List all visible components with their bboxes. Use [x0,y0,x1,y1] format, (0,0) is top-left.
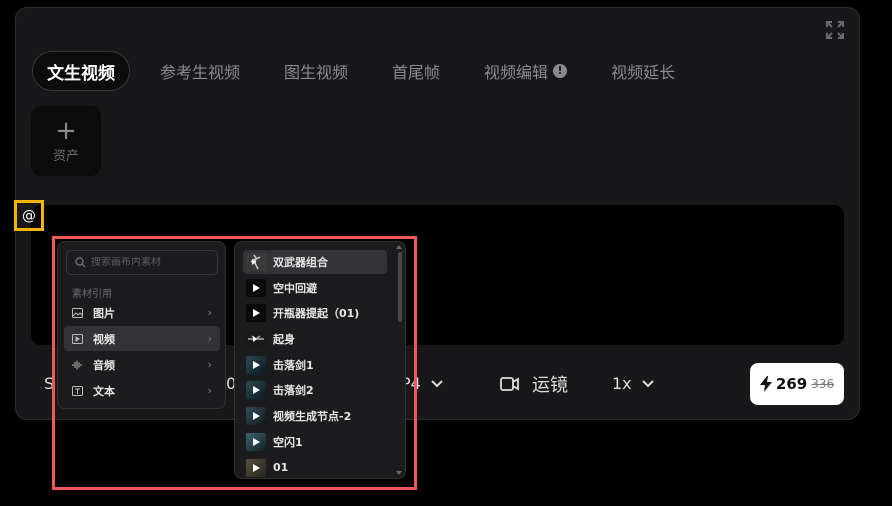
image-icon [72,307,83,318]
list-item-label: 击落剑2 [273,384,314,398]
menu-item-image[interactable]: 图片 › [64,300,220,325]
chevron-right-icon: › [207,332,212,345]
video-thumbnail [246,278,266,297]
menu-item-audio[interactable]: 音频 › [64,352,220,377]
tab-video-edit[interactable]: 视频编辑 ! [484,59,568,83]
chevron-right-icon: › [207,358,212,371]
list-item[interactable]: 01 [243,456,387,479]
camera-motion-label: 运镜 [532,375,568,396]
chevron-down-icon [431,379,443,387]
model-selector[interactable]: S [44,374,54,393]
list-item-label: 空闪1 [273,435,303,449]
menu-item-label: 视频 [93,332,115,346]
scroll-up-arrow[interactable] [396,245,402,249]
list-item[interactable]: 击落剑2 [243,378,387,402]
list-item[interactable]: 起身 [243,327,387,351]
list-item[interactable]: 空中回避 [243,276,387,300]
camera-motion-button[interactable]: 运镜 [500,371,568,397]
search-icon [75,257,86,268]
list-item-label: 起身 [273,333,295,347]
list-item[interactable]: 双武器组合 [243,250,387,274]
tab-first-last-frame[interactable]: 首尾帧 [392,59,440,83]
speed-selector[interactable]: 1x [612,374,654,393]
warning-icon: ! [553,64,568,78]
add-asset-button[interactable]: + 资产 [31,106,101,176]
plus-icon: + [55,115,77,146]
chevron-right-icon: › [207,306,212,319]
video-thumbnail [246,407,266,426]
menu-item-video[interactable]: 视频 › [64,326,220,351]
list-item-label: 双武器组合 [273,256,328,269]
menu-item-text[interactable]: 文本 › [64,378,220,403]
asset-search-field[interactable] [66,250,218,275]
list-item-label: 01 [273,461,289,474]
generate-button[interactable]: 269 336 [750,363,844,405]
tab-video-extend[interactable]: 视频延长 [611,59,675,83]
video-asset-list: 双武器组合 空中回避 开瓶器提起（01) 起身 击落剑1 击落剑2 视频生成节点… [234,241,406,479]
asset-label: 资产 [52,148,79,164]
list-item-label: 击落剑1 [273,358,314,372]
lightning-icon [759,376,772,392]
chevron-right-icon: › [207,384,212,397]
asset-search-input[interactable] [91,257,211,268]
text-icon [72,385,83,396]
scrollbar-thumb[interactable] [398,252,402,322]
list-item[interactable]: 视频生成节点-2 [243,404,387,428]
credits-value: 269 [775,375,808,393]
video-thumbnail [246,253,266,271]
video-camera-icon [500,377,519,391]
scroll-down-arrow[interactable] [396,471,402,475]
section-label: 素材引用 [72,289,112,300]
tab-reference-to-video[interactable]: 参考生视频 [160,59,240,83]
video-thumbnail [246,355,266,374]
video-thumbnail [246,432,266,451]
chevron-down-icon [641,379,654,387]
credits-original: 336 [811,377,835,391]
tab-text-to-video[interactable]: 文生视频 [32,51,130,91]
list-item-label: 空中回避 [273,281,317,295]
at-mention-text: @ [14,200,44,231]
video-thumbnail [246,330,266,349]
format-selector[interactable]: P4 [401,374,443,393]
mode-tabs: 文生视频 参考生视频 图生视频 首尾帧 视频编辑 ! 视频延长 [32,51,719,91]
fullscreen-icon[interactable] [825,20,845,40]
video-thumbnail [246,381,266,400]
menu-item-label: 音频 [93,358,115,372]
list-item[interactable]: 空闪1 [243,430,387,454]
list-item[interactable]: 击落剑1 [243,353,387,377]
list-item-label: 开瓶器提起（01) [273,307,360,321]
list-item-label: 视频生成节点-2 [273,410,352,424]
menu-item-label: 文本 [93,384,115,398]
audio-icon [72,359,83,370]
video-icon [72,333,83,344]
video-thumbnail [246,304,266,323]
tab-image-to-video[interactable]: 图生视频 [284,59,348,83]
video-thumbnail [246,458,266,477]
menu-item-label: 图片 [93,306,115,320]
tab-video-edit-label: 视频编辑 [484,63,549,82]
list-item[interactable]: 开瓶器提起（01) [243,301,387,325]
speed-label: 1x [612,374,632,393]
asset-category-menu: 素材引用 图片 › 视频 › 音频 › 文本 [57,241,226,409]
